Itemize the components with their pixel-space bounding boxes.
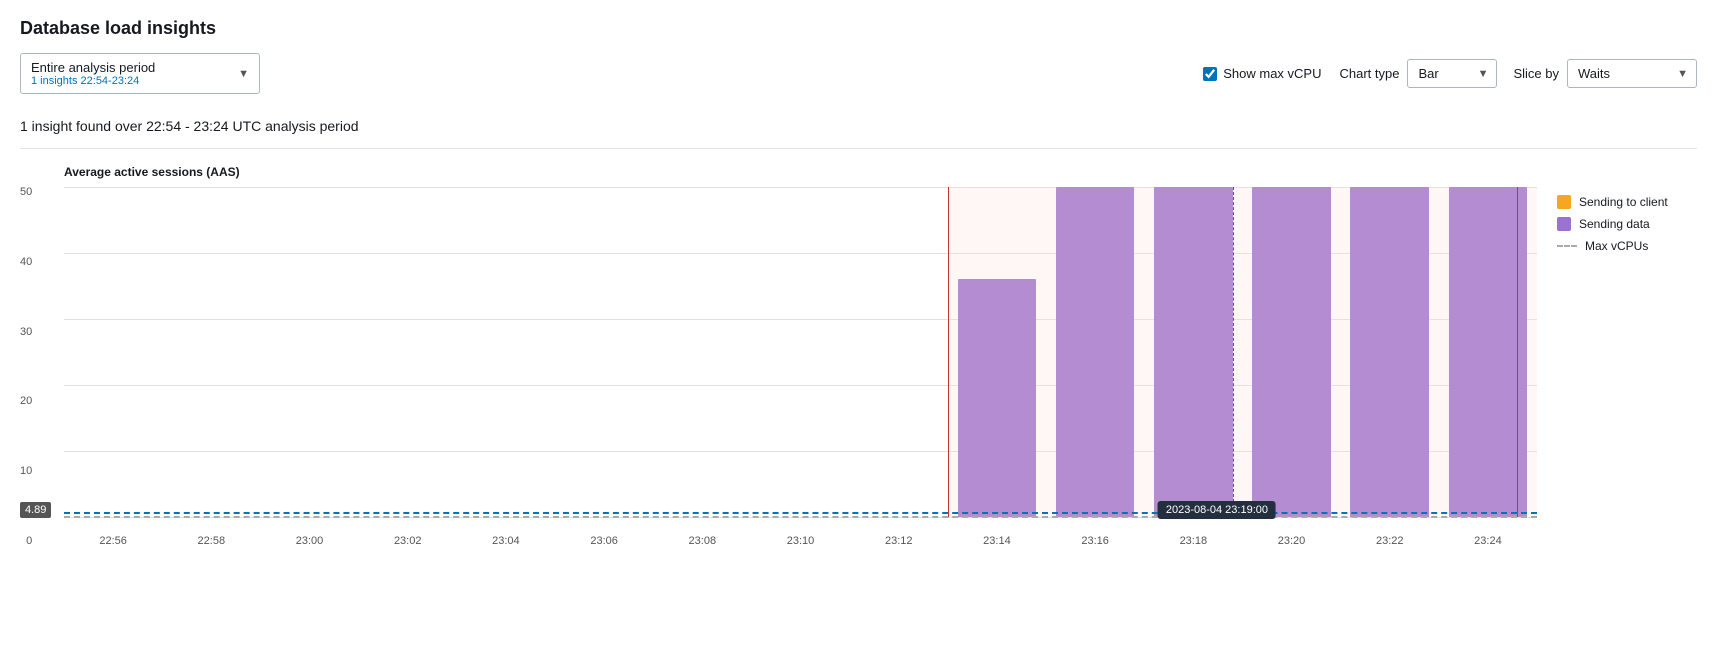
period-main-label: Entire analysis period [31,60,223,75]
chart-area: Average active sessions (AAS) 50 40 30 2… [20,165,1537,547]
slice-by-label: Slice by [1513,66,1559,81]
legend-swatch-dashed [1557,245,1577,247]
bar-group [457,187,555,517]
x-label: 23:06 [555,535,653,547]
bar-group [260,187,358,517]
insight-summary: 1 insight found over 22:54 - 23:24 UTC a… [20,108,1697,149]
chart-type-label: Chart type [1339,66,1399,81]
y-label-30: 30 [20,327,32,338]
bar-group [162,187,260,517]
highlight-region [948,187,1537,517]
x-label: 23:22 [1341,535,1439,547]
aas-value-label: 4.89 [20,502,51,518]
x-label: 23:04 [457,535,555,547]
legend-swatch [1557,217,1571,231]
max-vcpu-blue-line [64,512,1537,514]
x-label: 23:18 [1144,535,1242,547]
chart-container: Average active sessions (AAS) 50 40 30 2… [20,165,1697,547]
slice-by-chevron-icon: ▼ [1677,68,1688,80]
x-label: 23:00 [260,535,358,547]
legend-label: Sending to client [1579,195,1668,209]
chart-inner: 50 40 30 20 10 0 4.89 [64,187,1537,547]
x-axis: 22:5622:5823:0023:0223:0423:0623:0823:10… [64,517,1537,547]
legend-area: Sending to client Sending data Max vCPUs [1537,165,1697,253]
legend-item: Sending to client [1557,195,1697,209]
controls-row: Entire analysis period 1 insights 22:54-… [20,53,1697,94]
legend-item: Max vCPUs [1557,239,1697,253]
chart-type-chevron-icon: ▼ [1478,68,1489,80]
y-axis: 50 40 30 20 10 0 [20,187,38,547]
bar-group [850,187,948,517]
y-label-0: 0 [26,536,32,547]
page: Database load insights Entire analysis p… [0,0,1717,661]
period-select[interactable]: Entire analysis period 1 insights 22:54-… [20,53,260,94]
show-max-vcpu-group: Show max vCPU [1203,66,1321,81]
max-vcpu-gray-line [64,516,1537,518]
y-label-40: 40 [20,257,32,268]
chart-title: Average active sessions (AAS) [64,165,1537,179]
x-label: 23:16 [1046,535,1144,547]
period-sub-label: 1 insights 22:54-23:24 [31,75,223,87]
bar-group [555,187,653,517]
bar-group [653,187,751,517]
x-label: 23:02 [359,535,457,547]
x-label: 23:24 [1439,535,1537,547]
x-label: 23:10 [751,535,849,547]
legend-label: Max vCPUs [1585,239,1648,253]
legend-label: Sending data [1579,217,1650,231]
period-chevron-icon: ▼ [238,68,249,80]
chart-type-select[interactable]: Bar ▼ [1407,59,1497,88]
legend-item: Sending data [1557,217,1697,231]
x-label: 23:14 [948,535,1046,547]
x-label: 22:58 [162,535,260,547]
x-label: 23:08 [653,535,751,547]
y-label-20: 20 [20,396,32,407]
bar-group [751,187,849,517]
tooltip-box: 2023-08-04 23:19:00 [1158,501,1276,519]
selected-time-line [1233,187,1234,517]
x-label: 22:56 [64,535,162,547]
x-label: 23:20 [1242,535,1340,547]
chart-type-value: Bar [1418,66,1438,81]
y-label-10: 10 [20,466,32,477]
bar-group [64,187,162,517]
insight-start-line [948,187,949,517]
bar-group [359,187,457,517]
y-label-50: 50 [20,187,32,198]
bars-area [64,187,1537,517]
legend-swatch [1557,195,1571,209]
show-max-vcpu-label: Show max vCPU [1223,66,1321,81]
insight-end-line [1517,187,1518,517]
page-title: Database load insights [20,18,1697,39]
slice-by-value: Waits [1578,66,1610,81]
x-label: 23:12 [850,535,948,547]
slice-by-select[interactable]: Waits ▼ [1567,59,1697,88]
show-max-vcpu-checkbox[interactable] [1203,67,1217,81]
